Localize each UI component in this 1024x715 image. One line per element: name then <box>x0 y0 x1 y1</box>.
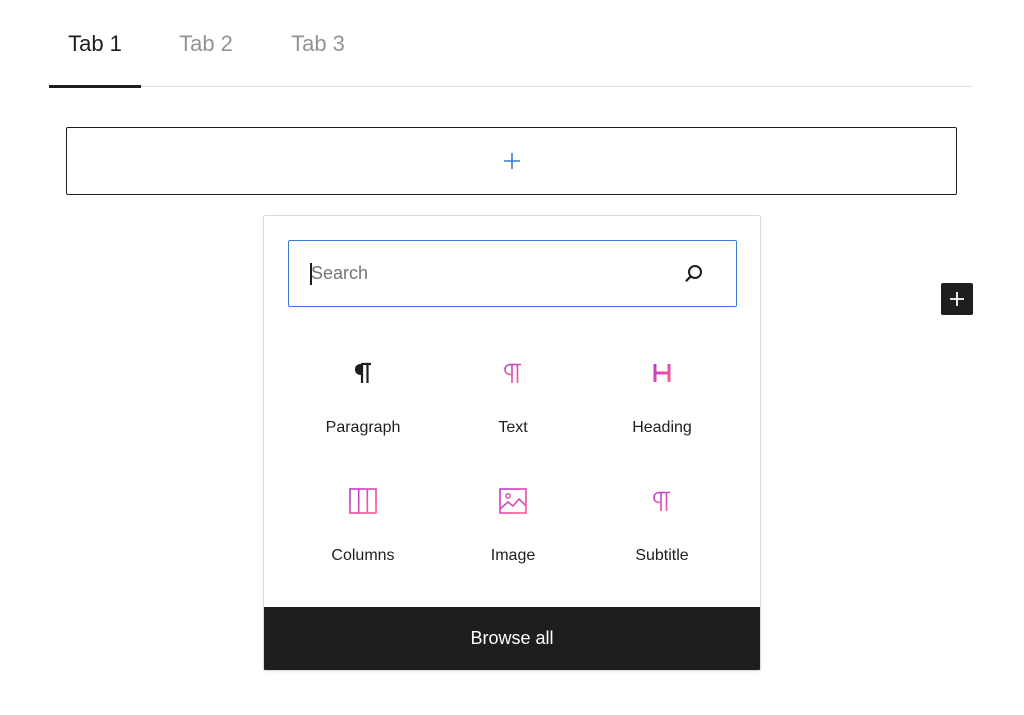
search-box <box>288 240 737 307</box>
block-image[interactable]: Image <box>438 471 588 581</box>
block-label: Image <box>490 547 536 564</box>
search-icon[interactable] <box>682 262 706 286</box>
block-label: Columns <box>331 547 395 564</box>
columns-icon <box>347 485 379 517</box>
tab-1[interactable]: Tab 1 <box>49 0 141 88</box>
paragraph-icon <box>347 357 379 389</box>
browse-all-button[interactable]: Browse all <box>264 607 760 670</box>
subtitle-icon <box>646 485 678 517</box>
block-label: Paragraph <box>325 419 401 436</box>
block-subtitle[interactable]: Subtitle <box>587 471 737 581</box>
tab-2[interactable]: Tab 2 <box>171 0 241 87</box>
plus-icon <box>950 292 964 306</box>
block-label: Subtitle <box>635 547 689 564</box>
text-caret <box>310 263 312 285</box>
block-paragraph[interactable]: Paragraph <box>288 343 438 453</box>
block-appender-button[interactable] <box>66 127 957 195</box>
block-inserter-popover: Paragraph Text Heading <box>263 215 761 671</box>
add-block-button[interactable] <box>941 283 973 315</box>
plus-icon <box>503 153 520 169</box>
image-icon <box>497 485 529 517</box>
editor-page: Tab 1 Tab 2 Tab 3 Search Paragraph Text … <box>0 0 1024 715</box>
heading-icon <box>646 357 678 389</box>
block-label: Text <box>498 419 528 436</box>
text-icon <box>497 357 529 389</box>
block-heading[interactable]: Heading <box>587 343 737 453</box>
block-columns[interactable]: Columns <box>288 471 438 581</box>
block-text[interactable]: Text <box>438 343 588 453</box>
tab-3[interactable]: Tab 3 <box>283 0 353 87</box>
tab-bar: Tab 1 Tab 2 Tab 3 <box>49 0 973 88</box>
search-input[interactable] <box>289 241 682 306</box>
block-label: Heading <box>632 419 692 436</box>
